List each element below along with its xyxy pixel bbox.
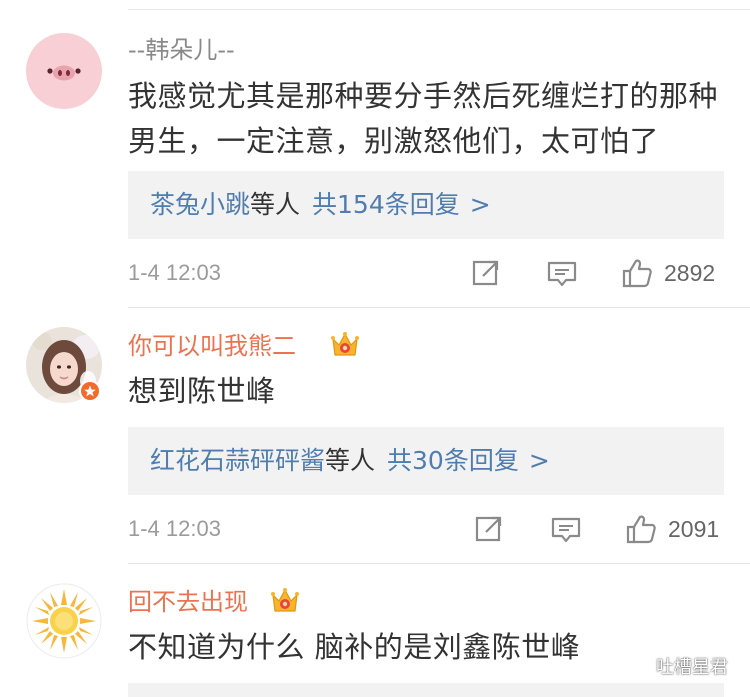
username[interactable]: 回不去出现 — [128, 586, 248, 618]
avatar[interactable] — [26, 583, 102, 659]
avatar[interactable] — [26, 33, 102, 109]
divider — [128, 9, 750, 10]
divider — [128, 307, 750, 308]
reply-user-names[interactable]: 茶兔小跳 — [128, 190, 250, 219]
wechat-icon — [624, 655, 650, 676]
sun-icon — [26, 583, 102, 659]
replies-summary[interactable]: 红花石蒜砰砰酱等人 共30条回复 > — [128, 427, 724, 495]
timestamp: 1-4 12:03 — [128, 260, 221, 285]
chevron-right-icon: > — [469, 190, 491, 219]
comment-meta: 1-4 12:03 2892 — [128, 255, 750, 291]
like-count: 2091 — [668, 516, 720, 542]
comment-feed: --韩朵儿-- 我感觉尤其是那种要分手然后死缠烂打的那种男生，一定注意，别激怒他… — [0, 0, 750, 697]
replies-summary[interactable] — [128, 683, 724, 697]
vip-crown-icon — [331, 332, 359, 356]
comment-text: 我感觉尤其是那种要分手然后死缠烂打的那种男生，一定注意，别激怒他们，太可怕了 — [128, 79, 719, 158]
girl-photo-icon — [26, 327, 102, 403]
timestamp: 1-4 12:03 — [128, 516, 221, 541]
divider — [128, 563, 750, 564]
reply-user-names[interactable]: 红花石蒜砰砰酱 — [128, 446, 325, 475]
share-icon[interactable] — [470, 257, 502, 289]
avatar[interactable] — [26, 327, 102, 403]
comment-meta: 1-4 12:03 2091 — [128, 511, 750, 547]
username[interactable]: 你可以叫我熊二 — [128, 330, 296, 362]
thumbs-up-icon[interactable] — [625, 513, 657, 545]
reply-suffix: 等人 — [325, 446, 376, 475]
reply-count[interactable]: 共30条回复 — [387, 446, 519, 475]
reply-count[interactable]: 共154条回复 — [312, 190, 460, 219]
thumbs-up-icon[interactable] — [621, 257, 653, 289]
comment-icon[interactable] — [546, 257, 578, 289]
watermark: 吐槽星君 — [624, 651, 728, 681]
comment-text: 想到陈世峰 — [128, 374, 276, 408]
vip-crown-icon — [271, 588, 299, 612]
watermark-text: 吐槽星君 — [656, 657, 728, 678]
pig-face-icon — [26, 33, 102, 109]
chevron-right-icon: > — [528, 446, 550, 475]
reply-suffix: 等人 — [250, 190, 301, 219]
replies-summary[interactable]: 茶兔小跳等人 共154条回复 > — [128, 171, 724, 239]
share-icon[interactable] — [473, 513, 505, 545]
username[interactable]: --韩朵儿-- — [128, 34, 235, 66]
comment-icon[interactable] — [550, 513, 582, 545]
like-count: 2892 — [664, 260, 716, 286]
